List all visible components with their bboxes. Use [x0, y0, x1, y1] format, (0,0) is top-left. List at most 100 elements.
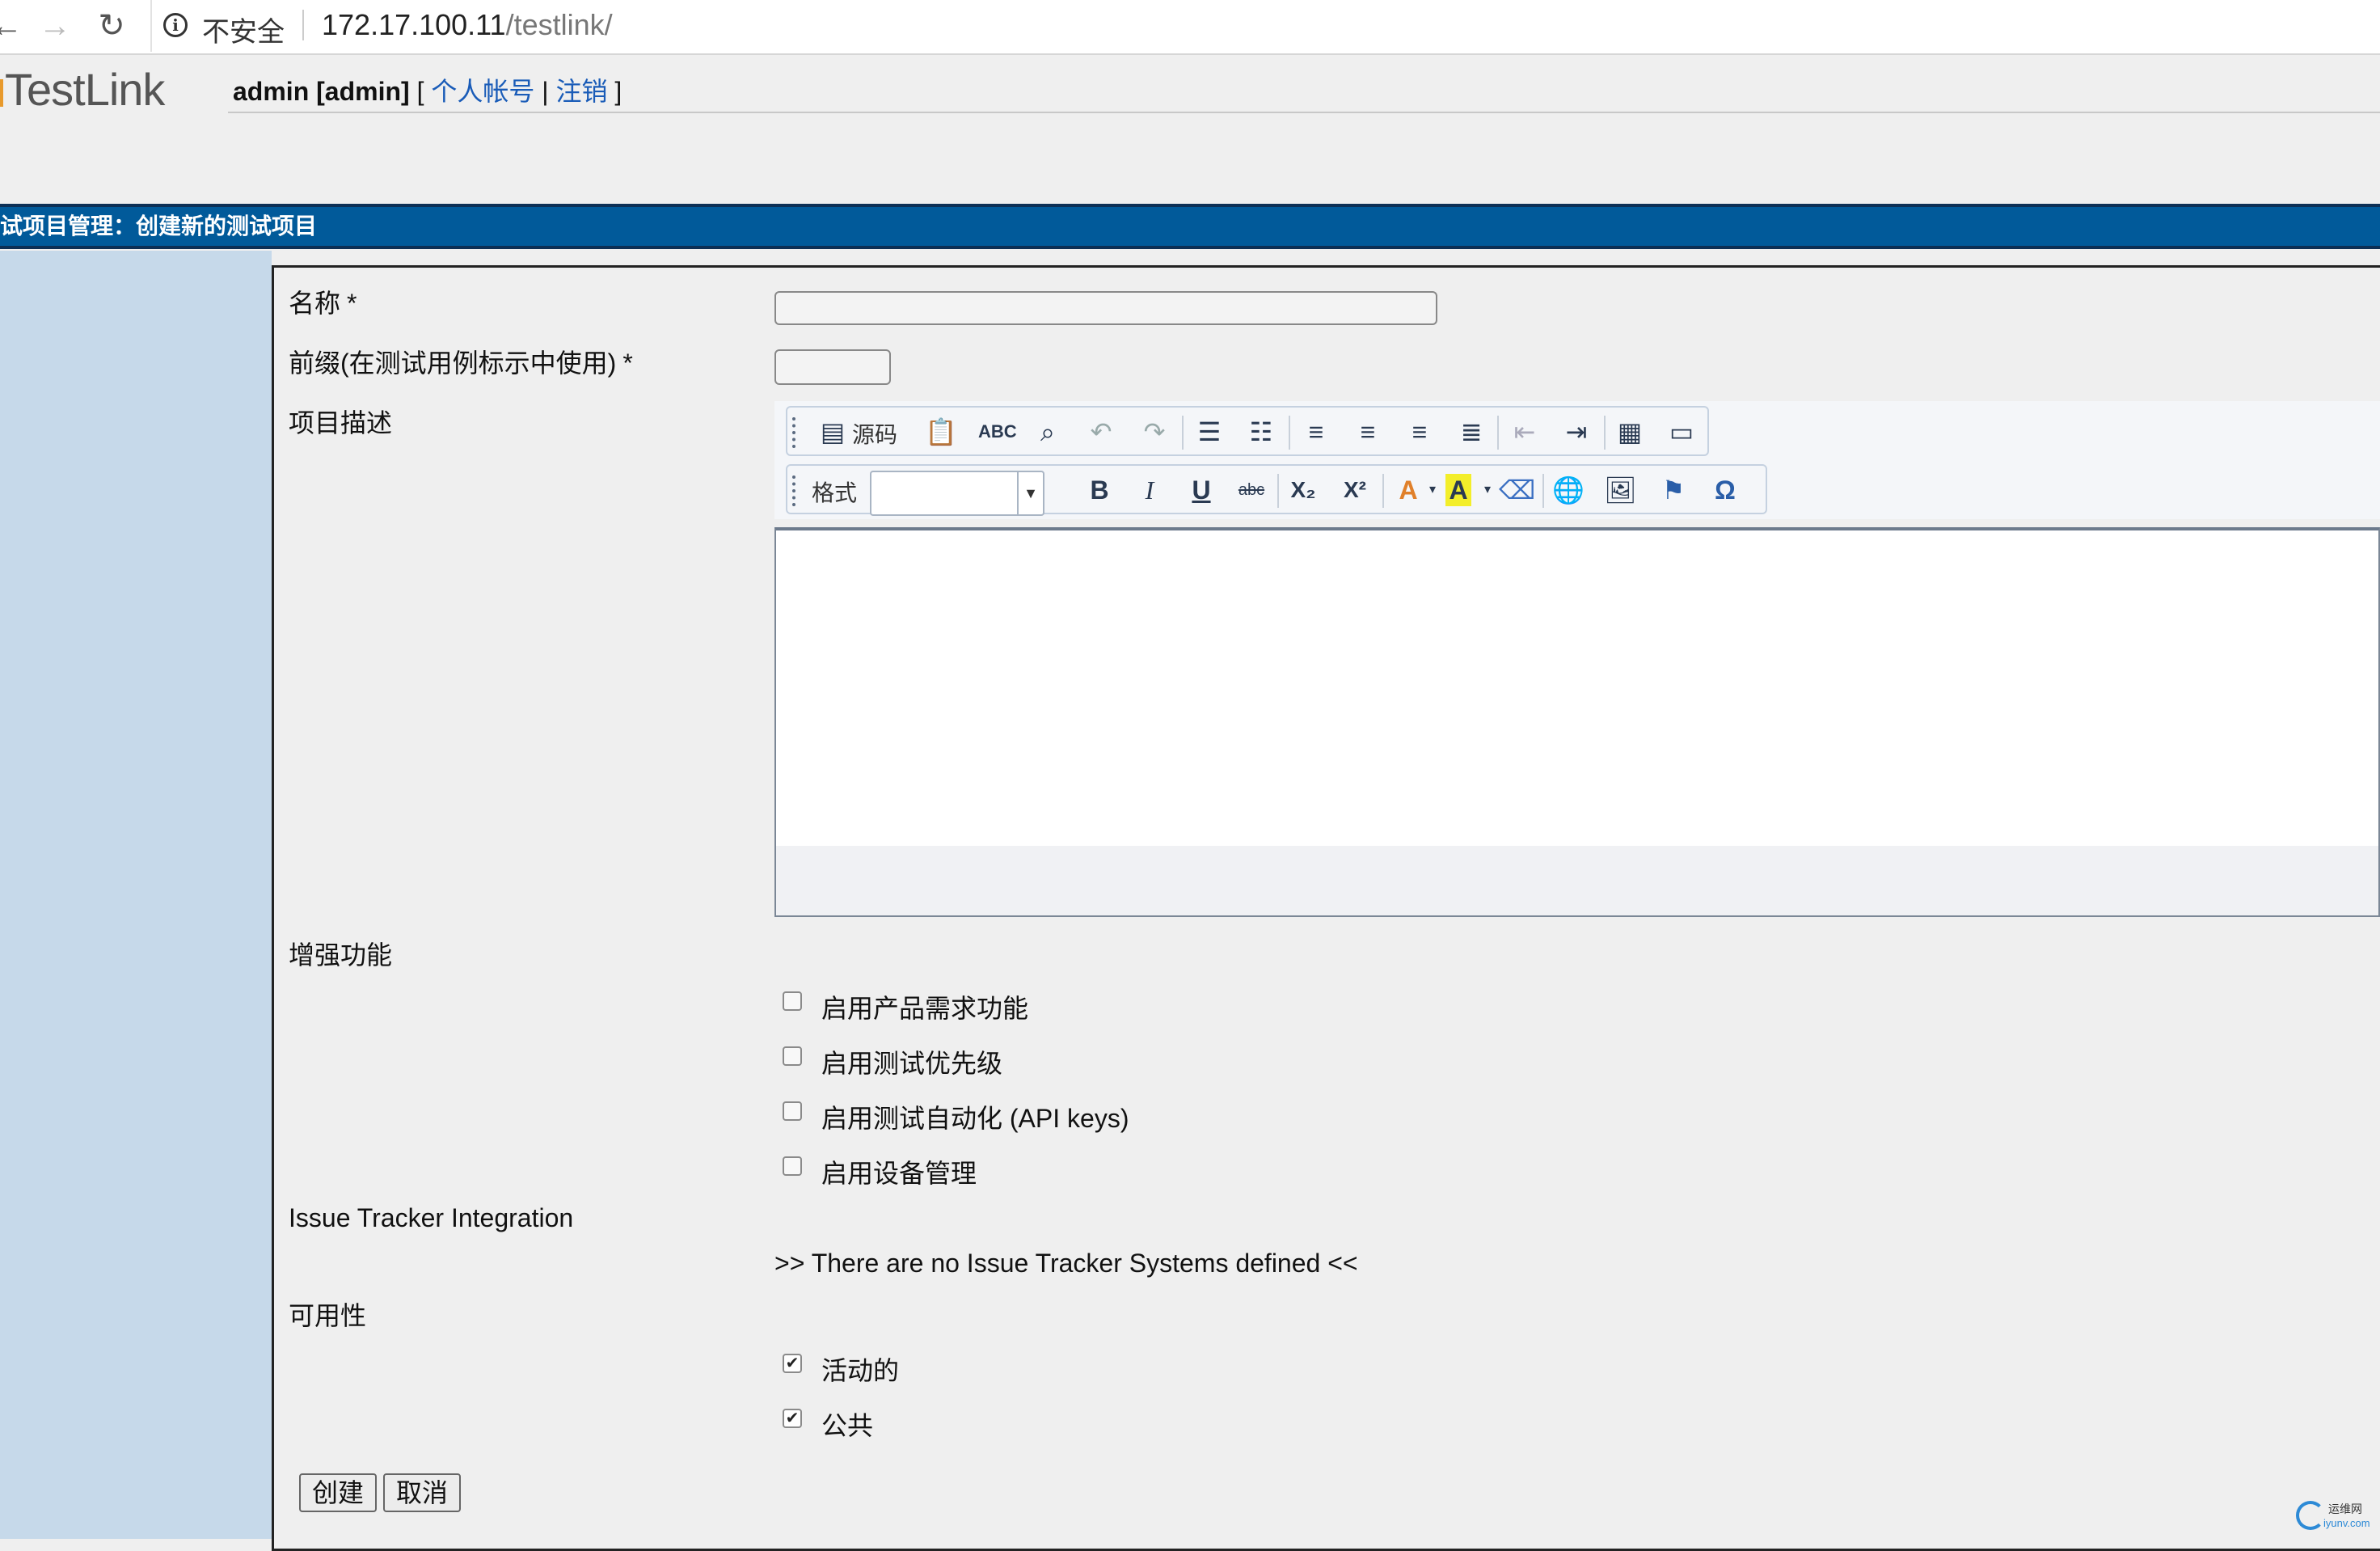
- prefix-label: 前缀(在测试用例标示中使用) *: [289, 343, 633, 380]
- redo-icon[interactable]: ↷: [1138, 416, 1171, 448]
- watermark-ring: [2296, 1501, 2325, 1530]
- issue-tracker-label: Issue Tracker Integration: [289, 1203, 574, 1232]
- align-left-icon[interactable]: ≡: [1300, 416, 1332, 448]
- logo-mark: [0, 79, 3, 108]
- bracket-open: [: [416, 77, 424, 106]
- omnibox-divider: [302, 10, 304, 40]
- link-divider: |: [542, 77, 549, 106]
- bracket-close: ]: [614, 77, 622, 106]
- anchor-flag-icon[interactable]: ⚑: [1657, 474, 1690, 506]
- description-label: 项目描述: [289, 408, 393, 437]
- toolbar-separator: [1277, 474, 1279, 508]
- toolbar-separator: [1604, 416, 1606, 450]
- issue-tracker-message: >> There are no Issue Tracker Systems de…: [774, 1249, 1358, 1278]
- logo-text: TestLink: [5, 64, 165, 115]
- table-icon[interactable]: ▦: [1614, 416, 1646, 448]
- format-select[interactable]: ▼: [870, 471, 1044, 516]
- toolbar-grip[interactable]: [792, 417, 799, 448]
- user-name: admin [admin]: [233, 77, 410, 106]
- name-label-text: 名称: [289, 289, 341, 318]
- left-panel: [0, 251, 272, 1539]
- browser-toolbar: ← → ↻ i 不安全 172.17.100.11/testlink/: [0, 0, 2380, 55]
- link-icon[interactable]: 🌐: [1552, 474, 1585, 506]
- source-icon[interactable]: ▤: [817, 416, 849, 448]
- bullet-list-icon[interactable]: ☷: [1245, 416, 1277, 448]
- priority-checkbox[interactable]: [783, 1046, 802, 1066]
- user-bar: admin [admin] [ 个人帐号 | 注销 ]: [233, 71, 622, 108]
- automation-checkbox[interactable]: [783, 1101, 802, 1121]
- chevron-down-icon[interactable]: ▼: [1017, 472, 1043, 514]
- superscript-icon[interactable]: X²: [1339, 474, 1371, 506]
- description-editor[interactable]: [774, 527, 2380, 847]
- toolbar-separator: [1289, 416, 1290, 450]
- strikethrough-icon[interactable]: abc: [1235, 474, 1268, 506]
- align-center-icon[interactable]: ≡: [1352, 416, 1384, 448]
- image-icon[interactable]: 🖼: [1604, 474, 1637, 506]
- watermark-logo: 运维网 iyunv.com: [2294, 1498, 2378, 1535]
- format-label: 格式: [812, 480, 858, 505]
- chevron-down-icon[interactable]: ▾: [1416, 474, 1449, 506]
- url-path: /testlink/: [505, 8, 613, 41]
- back-icon[interactable]: ←: [0, 5, 27, 47]
- toolbar-row-1: ▤ 源码 📋 ABC ⌕ ↶ ↷ ☰ ☷ ≡ ≡ ≡ ≣ ⇤ ⇥ ▦ ▭: [786, 406, 1709, 456]
- spellcheck-icon[interactable]: ABC: [978, 416, 1017, 448]
- undo-icon[interactable]: ↶: [1085, 416, 1117, 448]
- inventory-checkbox[interactable]: [783, 1156, 802, 1176]
- header-divider: [228, 112, 2380, 113]
- url-text[interactable]: 172.17.100.11/testlink/: [322, 8, 613, 42]
- public-option-label: 公共: [821, 1411, 874, 1440]
- underline-icon[interactable]: U: [1185, 474, 1217, 506]
- toolbar-separator: [1542, 474, 1544, 508]
- security-label[interactable]: 不安全: [202, 10, 285, 49]
- reload-icon[interactable]: ↻: [91, 5, 133, 47]
- active-option-label: 活动的: [821, 1356, 900, 1385]
- availability-label: 可用性: [289, 1301, 367, 1330]
- align-justify-icon[interactable]: ≣: [1455, 416, 1488, 448]
- testlink-logo[interactable]: TestLink: [0, 63, 165, 116]
- priority-option-label: 启用测试优先级: [821, 1049, 1003, 1078]
- watermark-line2: iyunv.com: [2323, 1517, 2370, 1529]
- watermark-line1: 运维网: [2328, 1502, 2362, 1515]
- cancel-button[interactable]: 取消: [383, 1473, 462, 1512]
- name-label: 名称 *: [289, 283, 357, 320]
- editor-status-bar: [774, 846, 2380, 917]
- enhancements-label: 增强功能: [289, 940, 393, 970]
- bold-icon[interactable]: B: [1083, 474, 1116, 506]
- toolbar-separator: [1182, 416, 1184, 450]
- toolbar-grip[interactable]: [792, 475, 799, 506]
- paste-text-icon[interactable]: 📋: [925, 416, 957, 448]
- info-icon[interactable]: i: [163, 13, 188, 37]
- align-right-icon[interactable]: ≡: [1403, 416, 1436, 448]
- eraser-icon[interactable]: ⌫: [1499, 474, 1535, 506]
- active-checkbox[interactable]: ✔: [783, 1354, 802, 1373]
- special-char-icon[interactable]: Ω: [1709, 474, 1741, 506]
- logout-link[interactable]: 注销: [555, 77, 607, 106]
- source-button-label[interactable]: 源码: [852, 417, 897, 450]
- account-link[interactable]: 个人帐号: [431, 77, 534, 106]
- outdent-icon[interactable]: ⇤: [1509, 416, 1541, 448]
- address-bar[interactable]: i 不安全 172.17.100.11/testlink/: [150, 0, 2380, 52]
- background-color-icon[interactable]: A: [1445, 474, 1471, 506]
- public-checkbox[interactable]: ✔: [783, 1409, 802, 1428]
- url-host: 172.17.100.11: [322, 8, 506, 41]
- required-mark: *: [347, 289, 357, 318]
- prefix-label-text: 前缀(在测试用例标示中使用): [289, 349, 617, 378]
- required-mark: *: [622, 349, 633, 378]
- page-title: 试项目管理：创建新的测试项目: [0, 204, 2380, 249]
- italic-icon[interactable]: I: [1133, 474, 1166, 506]
- forward-icon[interactable]: →: [34, 5, 76, 47]
- requirements-checkbox[interactable]: [783, 991, 802, 1011]
- toolbar-separator: [1497, 416, 1499, 450]
- prefix-input[interactable]: [774, 349, 891, 385]
- numbered-list-icon[interactable]: ☰: [1193, 416, 1226, 448]
- requirements-option-label: 启用产品需求功能: [821, 994, 1029, 1023]
- horizontal-rule-icon[interactable]: ▭: [1665, 416, 1698, 448]
- page-title-text: 试项目管理：创建新的测试项目: [0, 213, 318, 239]
- automation-option-label: 启用测试自动化 (API keys): [821, 1104, 1129, 1133]
- name-input[interactable]: [774, 291, 1437, 325]
- subscript-icon[interactable]: X₂: [1287, 474, 1319, 506]
- find-icon[interactable]: ⌕: [1032, 416, 1064, 448]
- create-button[interactable]: 创建: [299, 1473, 378, 1512]
- indent-icon[interactable]: ⇥: [1560, 416, 1593, 448]
- inventory-option-label: 启用设备管理: [821, 1159, 977, 1188]
